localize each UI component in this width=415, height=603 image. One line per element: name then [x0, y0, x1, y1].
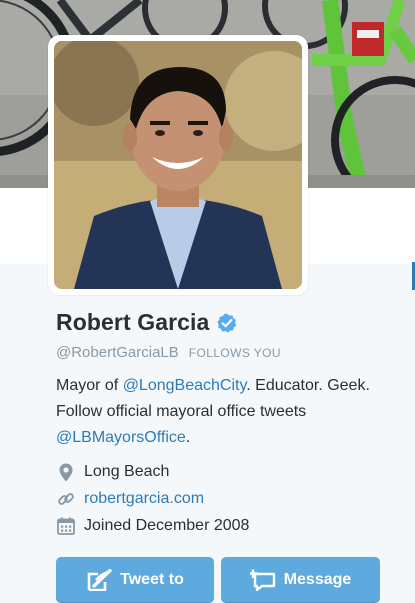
tweet-to-button[interactable]: Tweet to	[56, 557, 214, 603]
compose-icon	[86, 568, 114, 592]
location-text: Long Beach	[84, 463, 170, 480]
follows-you-badge: FOLLOWS YOU	[188, 346, 281, 360]
avatar[interactable]	[54, 41, 302, 289]
bio-text: Mayor of	[56, 377, 123, 394]
message-icon	[249, 568, 278, 592]
message-button[interactable]: Message	[221, 557, 380, 603]
joined-text: Joined December 2008	[84, 517, 250, 534]
calendar-icon	[56, 516, 76, 536]
profile-joined: Joined December 2008	[56, 516, 249, 536]
location-pin-icon	[56, 462, 76, 482]
link-icon	[56, 489, 76, 509]
verified-badge-icon	[217, 313, 237, 332]
bio-mention-lbmayorsoffice[interactable]: @LBMayorsOffice	[56, 429, 186, 446]
profile-handle[interactable]: @RobertGarciaLB	[56, 344, 179, 361]
tweet-to-label: Tweet to	[120, 571, 184, 588]
profile-name-row: Robert Garcia	[56, 309, 237, 336]
profile-location: Long Beach	[56, 462, 169, 482]
bio-mention-longbeachcity[interactable]: @LongBeachCity	[123, 377, 247, 394]
profile-handle-row: @RobertGarciaLB FOLLOWS YOU	[56, 344, 281, 361]
profile-bio: Mayor of @LongBeachCity. Educator. Geek.…	[56, 373, 386, 451]
profile-avatar-frame	[48, 35, 308, 295]
message-label: Message	[283, 571, 352, 588]
website-link[interactable]: robertgarcia.com	[84, 490, 204, 508]
bio-text: .	[185, 429, 191, 446]
profile-website: robertgarcia.com	[56, 489, 204, 509]
profile-name[interactable]: Robert Garcia	[56, 309, 209, 336]
